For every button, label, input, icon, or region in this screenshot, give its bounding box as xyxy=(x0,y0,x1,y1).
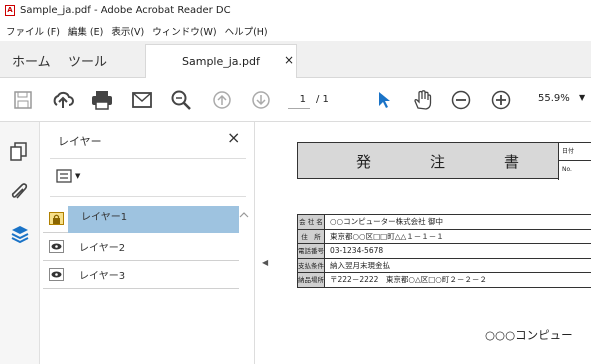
row-value: 納入翌月末現金払 xyxy=(330,260,390,270)
layer-label: レイヤー3 xyxy=(79,271,126,282)
options-menu-button[interactable]: ▼ xyxy=(56,169,86,183)
panel-scrollbar[interactable] xyxy=(239,204,251,364)
table-row: 住 所東京都○○区□□町△△１－１－１ xyxy=(297,229,591,244)
row-key: 住 所 xyxy=(297,229,325,243)
select-cursor-icon[interactable] xyxy=(373,89,395,111)
eye-icon[interactable] xyxy=(49,268,64,281)
panel-close-button[interactable]: × xyxy=(227,128,240,147)
row-key: 会 社 名 xyxy=(297,215,325,229)
panel-divider xyxy=(50,158,246,159)
save-icon[interactable] xyxy=(12,89,34,111)
zoom-in-icon[interactable] xyxy=(490,89,512,111)
row-value: 〒222－2222 東京都○△区□○町２－２－２ xyxy=(330,275,487,284)
navigation-rail xyxy=(0,122,40,364)
menu-window[interactable]: ウィンドウ(W) xyxy=(152,24,216,38)
zoom-dropdown-icon[interactable]: ▼ xyxy=(579,93,585,102)
panel-title: レイヤー xyxy=(58,135,102,148)
row-key: 電話番号 xyxy=(297,244,325,258)
layer-label: レイヤー1 xyxy=(81,212,128,223)
panel-divider xyxy=(50,196,246,197)
layer-row-2[interactable]: レイヤー2 xyxy=(43,234,239,261)
tab-document-label: Sample_ja.pdf xyxy=(182,55,260,68)
attachment-icon[interactable] xyxy=(10,182,30,202)
acrobat-icon: A xyxy=(5,4,15,16)
menu-file[interactable]: ファイル (F) xyxy=(6,24,60,38)
document-title-box: 発 注 書 日付 No. xyxy=(297,142,591,180)
number-label: No. xyxy=(562,166,572,173)
row-value: ○○コンピューター株式会社 御中 xyxy=(330,217,443,226)
layer-row-1[interactable]: レイヤー1 xyxy=(43,206,239,233)
layer-label: レイヤー2 xyxy=(79,243,126,254)
row-key: 支払条件 xyxy=(297,258,325,272)
tab-tools[interactable]: ツール xyxy=(68,51,107,70)
options-list-icon xyxy=(56,169,72,183)
date-label: 日付 xyxy=(559,143,591,161)
upload-cloud-icon[interactable] xyxy=(52,89,74,111)
collapse-panel-icon[interactable]: ◀ xyxy=(262,258,268,267)
menu-view[interactable]: 表示(V) xyxy=(111,24,144,38)
document-title: 発 注 書 xyxy=(356,153,542,171)
next-page-icon[interactable] xyxy=(250,89,272,111)
row-key: 納品場所 xyxy=(297,273,325,287)
layers-panel: レイヤー × ▼ レイヤー1 レイヤー2 レイヤー3 xyxy=(40,122,255,364)
layers-icon[interactable] xyxy=(10,224,30,244)
menu-bar: ファイル (F) 編集 (E) 表示(V) ウィンドウ(W) ヘルプ(H) xyxy=(0,20,591,41)
order-info-table: 会 社 名 ○○コンピューター株式会社 御中 住 所東京都○○区□□町△△１－１－… xyxy=(297,214,591,288)
page-total: / 1 xyxy=(316,94,329,105)
layer-row-3[interactable]: レイヤー3 xyxy=(43,262,239,289)
row-value: 東京都○○区□□町△△１－１－１ xyxy=(330,231,444,241)
tab-bar: ホーム ツール Sample_ja.pdf × xyxy=(0,41,591,78)
table-row: 支払条件 納入翌月末現金払 xyxy=(297,258,591,273)
chevron-down-icon: ▼ xyxy=(75,172,81,180)
row-value: 03-1234-5678 xyxy=(330,246,384,255)
eye-icon[interactable] xyxy=(49,240,64,253)
menu-edit[interactable]: 編集 (E) xyxy=(68,24,103,38)
document-date-cell: 日付 No. xyxy=(558,143,591,180)
toolbar: 1 / 1 55.9% ▼ xyxy=(0,78,591,122)
hand-tool-icon[interactable] xyxy=(411,89,433,111)
zoom-out-icon[interactable] xyxy=(450,89,472,111)
email-icon[interactable] xyxy=(131,89,153,111)
title-bar: A Sample_ja.pdf - Adobe Acrobat Reader D… xyxy=(0,0,591,20)
lock-icon xyxy=(49,212,64,225)
scroll-up-icon[interactable] xyxy=(239,211,249,219)
page-thumbnails-icon[interactable] xyxy=(10,142,30,162)
zoom-level[interactable]: 55.9% xyxy=(538,93,570,104)
tab-document[interactable]: Sample_ja.pdf × xyxy=(145,44,297,78)
menu-help[interactable]: ヘルプ(H) xyxy=(225,24,268,38)
page-number-input[interactable]: 1 xyxy=(288,91,310,109)
window-title: Sample_ja.pdf - Adobe Acrobat Reader DC xyxy=(20,4,231,16)
table-row: 納品場所 〒222－2222 東京都○△区□○町２－２－２ xyxy=(297,273,591,288)
document-view[interactable]: 発 注 書 日付 No. 会 社 名 ○○コンピューター株式会社 御中 住 所東京… xyxy=(275,122,591,364)
tab-close-button[interactable]: × xyxy=(284,53,294,67)
print-icon[interactable] xyxy=(91,89,113,111)
tab-home[interactable]: ホーム xyxy=(12,51,51,70)
document-company-name: ○○○コンピュー xyxy=(485,328,573,342)
table-row: 電話番号 03-1234-5678 xyxy=(297,244,591,259)
previous-page-icon[interactable] xyxy=(211,89,233,111)
table-row: 会 社 名 ○○コンピューター株式会社 御中 xyxy=(297,215,591,230)
zoom-search-icon[interactable] xyxy=(170,89,192,111)
